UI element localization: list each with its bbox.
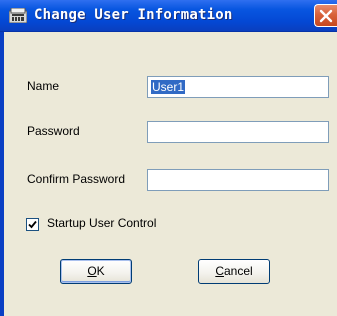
name-input-value: User1	[151, 80, 186, 94]
title-bar[interactable]: Change User Information	[0, 0, 337, 32]
app-icon	[8, 7, 28, 24]
password-label: Password	[27, 124, 80, 138]
confirm-password-input[interactable]	[147, 169, 329, 191]
ok-mnemonic: O	[87, 264, 97, 278]
ok-button[interactable]: OK	[60, 259, 132, 284]
dialog-window: Change User Information	[0, 0, 337, 316]
cancel-button[interactable]: Cancel	[198, 259, 270, 284]
confirm-password-label: Confirm Password	[27, 172, 126, 186]
startup-user-control-checkbox[interactable]	[26, 218, 39, 231]
cancel-mnemonic: C	[215, 264, 224, 278]
startup-user-control-label[interactable]: Startup User Control	[47, 216, 156, 230]
close-button[interactable]	[314, 4, 337, 27]
name-label: Name	[27, 79, 60, 93]
cancel-label: ancel	[223, 264, 253, 278]
dialog-title: Change User Information	[34, 7, 233, 23]
name-input[interactable]: User1	[147, 76, 329, 98]
password-input[interactable]	[147, 121, 329, 143]
ok-label: K	[96, 264, 105, 278]
